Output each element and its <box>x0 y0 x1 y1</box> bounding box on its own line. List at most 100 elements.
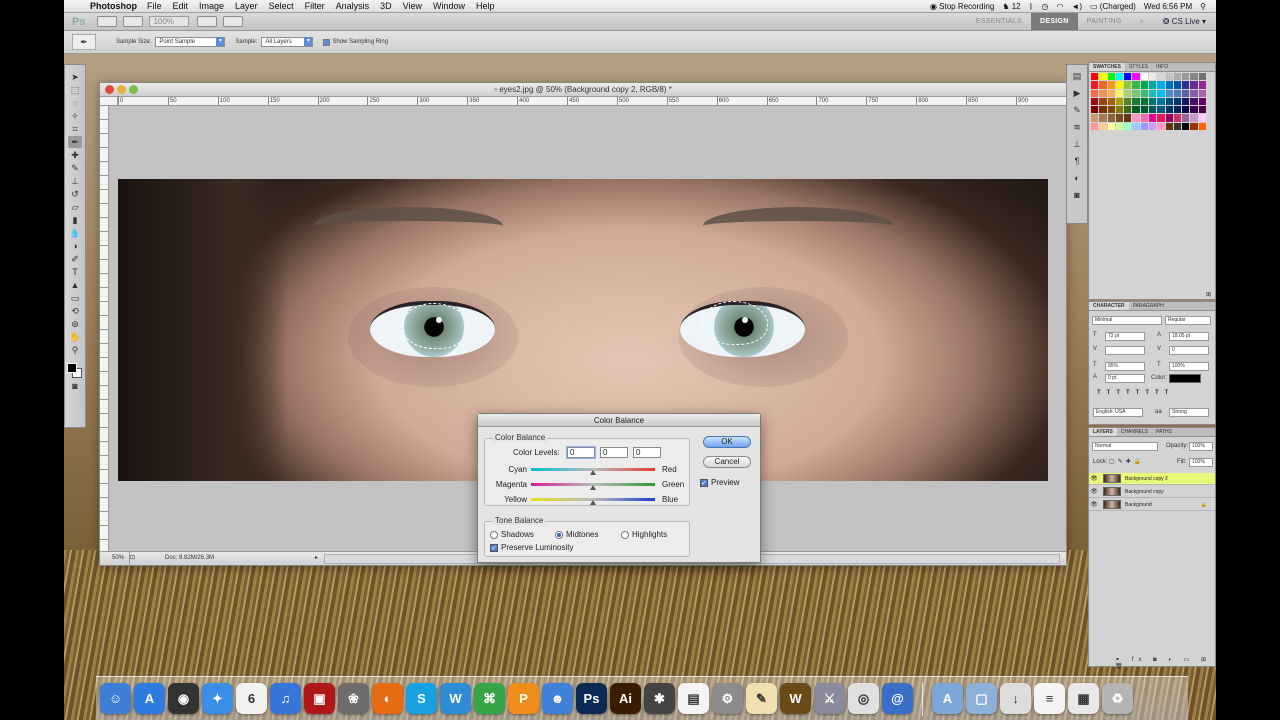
font-style-select[interactable]: Regular <box>1165 316 1211 325</box>
color-swatch[interactable] <box>1115 89 1124 97</box>
time-machine-icon[interactable]: ◷ <box>1041 2 1048 11</box>
photoshop-icon[interactable]: Ps <box>576 683 607 714</box>
color-swatch[interactable] <box>1148 122 1157 130</box>
color-swatch[interactable] <box>1182 97 1190 106</box>
type-tool-icon[interactable]: T <box>68 266 82 278</box>
color-swatch[interactable] <box>1140 81 1148 89</box>
vertical-scale-field[interactable]: 95% <box>1105 362 1145 371</box>
preview-stack-icon[interactable]: ▦ <box>1068 683 1099 714</box>
sword-icon[interactable]: ⚔ <box>814 683 845 714</box>
color-swatch[interactable] <box>1198 97 1206 106</box>
tab-info[interactable]: INFO <box>1152 63 1172 71</box>
horizontal-scale-field[interactable]: 100% <box>1169 362 1209 371</box>
color-swatch[interactable] <box>1198 114 1206 122</box>
color-swatch[interactable] <box>1182 106 1190 114</box>
language-select[interactable]: English: USA <box>1093 408 1143 417</box>
color-swatch[interactable] <box>1132 97 1140 106</box>
menu-analysis[interactable]: Analysis <box>336 1 370 11</box>
font-size-field[interactable]: 72 pt <box>1105 332 1145 341</box>
text-color-swatch[interactable] <box>1169 374 1201 383</box>
tab-layers[interactable]: LAYERS <box>1089 428 1117 436</box>
zoom-level-field[interactable]: 100% <box>149 16 190 27</box>
color-swatch[interactable] <box>1124 122 1132 130</box>
color-swatch[interactable] <box>1198 122 1206 130</box>
internet-connect-icon[interactable]: @ <box>882 683 913 714</box>
tool-presets-panel-icon[interactable]: ✎ <box>1070 103 1084 117</box>
color-swatch[interactable] <box>1091 122 1099 130</box>
eraser-tool-icon[interactable]: ▱ <box>68 201 82 213</box>
color-swatch[interactable] <box>1173 73 1182 81</box>
font-family-select[interactable]: Minimal <box>1092 316 1162 325</box>
color-swatch[interactable] <box>1140 106 1148 114</box>
dodge-tool-icon[interactable]: ◑ <box>68 240 82 252</box>
color-swatch[interactable] <box>1107 97 1115 106</box>
world-of-warcraft-icon[interactable]: W <box>780 683 811 714</box>
layer-row[interactable]: 👁 Background copy 2 <box>1089 473 1215 485</box>
color-swatch[interactable] <box>1165 97 1173 106</box>
tab-paths[interactable]: PATHS <box>1152 428 1176 436</box>
illustrator-icon[interactable]: Ai <box>610 683 641 714</box>
color-swatch[interactable] <box>1099 122 1107 130</box>
menubar-clock[interactable]: Wed 6:56 PM <box>1144 2 1192 11</box>
layer-footer-buttons[interactable]: ⚭ fx ◙ ◐ ▭ ⊞ 🗑 <box>1115 656 1215 670</box>
photo-booth-icon[interactable]: ▣ <box>304 683 335 714</box>
brush-tool-icon[interactable]: ✎ <box>68 162 82 174</box>
kerning-field[interactable] <box>1105 346 1145 355</box>
view-extras-button[interactable] <box>123 16 144 27</box>
color-swatch[interactable] <box>1140 73 1148 81</box>
show-sampling-ring-checkbox[interactable] <box>323 38 331 46</box>
shadows-radio[interactable]: Shadows <box>490 530 534 539</box>
color-swatch[interactable] <box>1107 106 1115 114</box>
color-swatch[interactable] <box>1091 73 1099 81</box>
menu-edit[interactable]: Edit <box>173 1 189 11</box>
hand-tool-icon[interactable]: ✋ <box>68 331 82 343</box>
quick-selection-tool-icon[interactable]: ✧ <box>68 110 82 122</box>
ichat-icon[interactable]: ☻ <box>542 683 573 714</box>
color-swatch[interactable] <box>1124 97 1132 106</box>
cs-live-button[interactable]: ❂ CS Live ▾ <box>1153 13 1216 30</box>
color-swatch[interactable] <box>1157 81 1165 89</box>
color-swatch[interactable] <box>1165 122 1173 130</box>
pen-tool-icon[interactable]: ✐ <box>68 253 82 265</box>
color-swatch[interactable] <box>1148 89 1157 97</box>
type-style-buttons[interactable]: TTTTTTTT <box>1097 390 1174 396</box>
minimize-window-icon[interactable] <box>117 85 126 94</box>
sample-size-select[interactable]: Point Sample <box>155 37 226 47</box>
color-swatch[interactable] <box>1198 106 1206 114</box>
menu-3d[interactable]: 3D <box>380 1 392 11</box>
color-swatch[interactable] <box>1091 89 1099 97</box>
color-swatch[interactable] <box>1182 81 1190 89</box>
midtones-radio[interactable]: Midtones <box>555 530 598 539</box>
vertical-ruler[interactable] <box>100 106 109 551</box>
color-swatch[interactable] <box>1132 106 1140 114</box>
adjustments-panel-icon[interactable]: ◐ <box>1070 171 1084 185</box>
menu-select[interactable]: Select <box>269 1 294 11</box>
color-swatch[interactable] <box>1165 106 1173 114</box>
color-swatch[interactable] <box>1157 106 1165 114</box>
arrange-documents-button[interactable] <box>197 16 218 27</box>
menu-help[interactable]: Help <box>476 1 495 11</box>
color-swatch[interactable] <box>1173 97 1182 106</box>
color-swatch[interactable] <box>1115 114 1124 122</box>
bluetooth-icon[interactable]: ᛒ <box>1029 2 1034 11</box>
bridge-button[interactable] <box>97 16 118 27</box>
color-swatch[interactable] <box>1140 97 1148 106</box>
ical-icon[interactable]: 6 <box>236 683 267 714</box>
color-swatch[interactable] <box>1182 122 1190 130</box>
color-swatch[interactable] <box>1165 73 1173 81</box>
color-swatch[interactable] <box>1099 106 1107 114</box>
color-swatch[interactable] <box>1107 89 1115 97</box>
lock-icons[interactable]: ▢✎✚🔒 <box>1109 458 1144 465</box>
app-store-icon[interactable]: A <box>134 683 165 714</box>
cyan-red-slider-thumb[interactable] <box>590 470 596 475</box>
close-window-icon[interactable] <box>105 85 114 94</box>
paragraph-styles-panel-icon[interactable]: ¶ <box>1070 154 1084 168</box>
clone-stamp-tool-icon[interactable]: ⊥ <box>68 175 82 187</box>
workspace-design[interactable]: DESIGN <box>1031 13 1078 30</box>
color-swatch[interactable] <box>1140 89 1148 97</box>
workspace-painting[interactable]: PAINTING <box>1078 13 1131 30</box>
color-swatch[interactable] <box>1132 114 1140 122</box>
text-document-icon[interactable]: ≡ <box>1034 683 1065 714</box>
status-menu-arrow-icon[interactable]: ▸ <box>315 552 318 565</box>
pages-icon[interactable]: P <box>508 683 539 714</box>
